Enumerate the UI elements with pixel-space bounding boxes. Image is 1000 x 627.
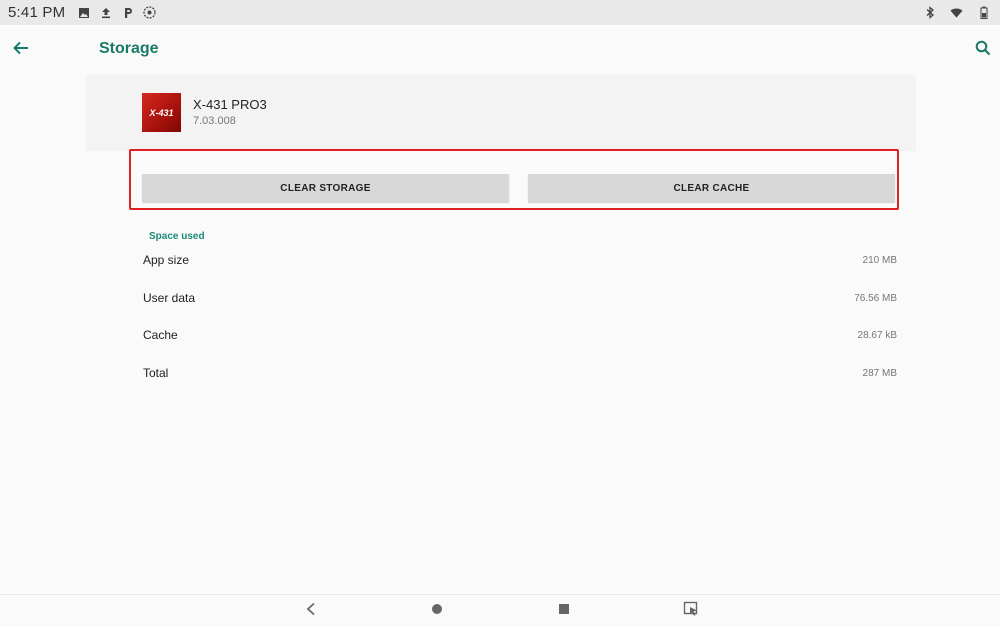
storage-row-total: Total 287 MB [143, 363, 897, 383]
status-bar: 5:41 PM [0, 0, 1000, 25]
storage-row-user-data: User data 76.56 MB [143, 288, 897, 308]
clear-cache-button[interactable]: CLEAR CACHE [528, 174, 895, 202]
search-icon [975, 40, 991, 61]
nav-recents-button[interactable] [554, 601, 574, 621]
row-label: Cache [143, 328, 178, 342]
status-time: 5:41 PM [8, 4, 66, 21]
back-button[interactable] [8, 37, 34, 63]
app-version: 7.03.008 [193, 115, 236, 127]
arrow-left-icon [12, 39, 30, 62]
nav-bar [0, 594, 1000, 627]
nav-screenshot-button[interactable] [681, 601, 701, 621]
clear-storage-button[interactable]: CLEAR STORAGE [142, 174, 509, 202]
bluetooth-icon [923, 6, 936, 19]
row-label: User data [143, 291, 196, 305]
row-value: 76.56 MB [854, 292, 897, 304]
row-label: App size [143, 253, 190, 267]
recents-square-icon [558, 602, 570, 620]
wifi-icon [950, 6, 963, 19]
home-circle-icon [431, 602, 443, 620]
upload-icon [99, 6, 112, 19]
app-name: X-431 PRO3 [193, 97, 267, 112]
image-icon [77, 6, 90, 19]
back-triangle-icon [305, 602, 317, 621]
nav-home-button[interactable] [427, 601, 447, 621]
storage-row-app-size: App size 210 MB [143, 250, 897, 270]
page-title: Storage [99, 40, 159, 57]
row-label: Total [143, 366, 169, 380]
screenshot-icon [683, 601, 699, 622]
p-icon [121, 6, 134, 19]
status-icons-right [923, 6, 990, 19]
app-icon-text: X-431 [149, 107, 174, 118]
app-header: X-431 X-431 PRO3 7.03.008 [86, 75, 916, 151]
space-used-title: Space used [149, 231, 205, 242]
storage-row-cache: Cache 28.67 kB [143, 325, 897, 345]
row-value: 210 MB [862, 254, 897, 266]
search-button[interactable] [970, 37, 996, 63]
row-value: 28.67 kB [857, 329, 897, 341]
status-icons-left [77, 6, 156, 19]
row-value: 287 MB [862, 367, 897, 379]
battery-icon [977, 6, 990, 19]
gear-circle-icon [143, 6, 156, 19]
nav-back-button[interactable] [301, 601, 321, 621]
app-bar: Storage [0, 25, 1000, 75]
app-icon: X-431 [142, 93, 181, 132]
